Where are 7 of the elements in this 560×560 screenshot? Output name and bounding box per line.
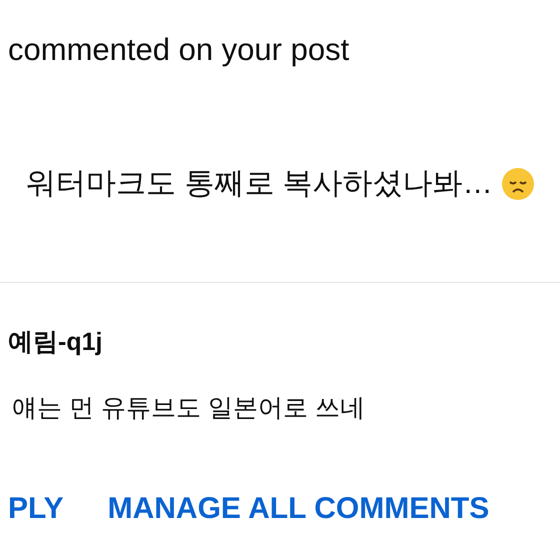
comment-text: 워터마크도 통째로 복사하셨나봐… [26,166,493,202]
reply-text: 얘는 먼 유튜브도 일본어로 쓰네 [11,393,365,424]
action-link[interactable]: MANAGE ALL COMMENTS [108,491,490,527]
reply-author: 예림-q1j [8,327,102,358]
action-link[interactable]: PLY [8,491,64,527]
notification-headline: commented on your post [8,31,350,69]
sad-face-icon [500,167,535,201]
